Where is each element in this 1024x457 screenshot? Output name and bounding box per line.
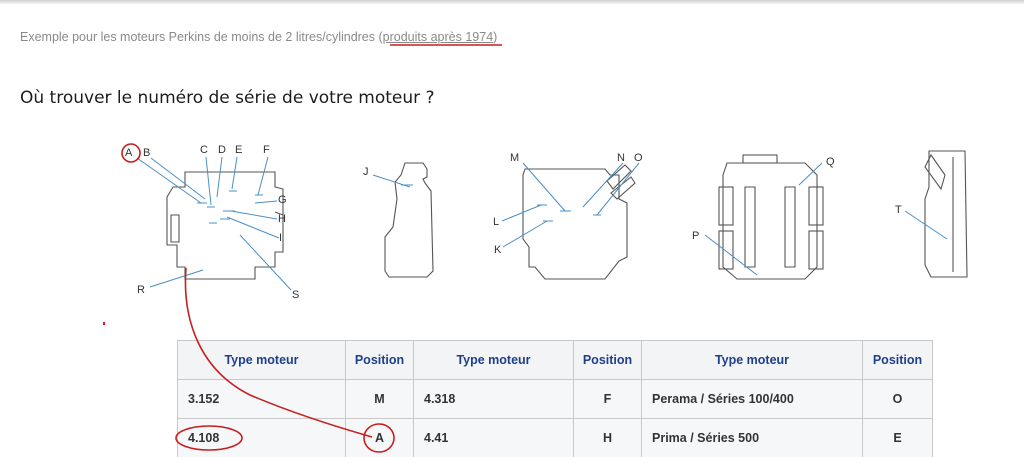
table-cell: Prima / Séries 500	[641, 418, 863, 457]
engine-position-table: Type moteur Position Type moteur Positio…	[177, 340, 933, 457]
table-cell: E	[862, 418, 933, 457]
table-cell: 3.152	[177, 379, 346, 419]
diagram-label: O	[634, 152, 643, 164]
diagram-label: P	[692, 230, 699, 242]
diagram-label: C	[200, 144, 208, 156]
table-cell: 4.318	[413, 379, 574, 419]
col-header-engine-type-3: Type moteur	[641, 340, 863, 380]
engine-view-2: J	[363, 162, 434, 278]
diagram-label: H	[278, 213, 286, 225]
diagram-label: J	[363, 166, 369, 178]
diagram-label: M	[510, 152, 519, 164]
table-cell: O	[862, 379, 933, 419]
diagram-label: L	[493, 216, 499, 228]
table-header-row: Type moteur Position Type moteur Positio…	[177, 340, 933, 380]
diagram-label: B	[143, 147, 150, 159]
engine-view-5: T	[895, 150, 968, 278]
diagram-label: I	[279, 232, 282, 244]
diagram-label: D	[218, 144, 226, 156]
diagram-label: G	[278, 194, 287, 206]
diagram-label: K	[494, 244, 502, 256]
col-header-position-3: Position	[862, 340, 933, 380]
diagram-label: F	[263, 144, 270, 156]
diagram-label: N	[617, 152, 625, 164]
diagram-label: Q	[826, 156, 835, 168]
products-after-1974-link[interactable]: produits après 1974	[383, 30, 494, 44]
table-cell: M	[345, 379, 414, 419]
diagram-label: T	[895, 204, 902, 216]
top-shadow-bar	[0, 0, 1024, 4]
col-header-position-2: Position	[573, 340, 642, 380]
diagram-label: S	[292, 289, 299, 301]
engine-view-3: M N O L K	[493, 152, 643, 280]
table-cell: Perama / Séries 100/400	[641, 379, 863, 419]
table-cell: H	[573, 418, 642, 457]
engine-serial-location-diagram: A B C D E F G H I R S J M N O L K Q P T	[105, 127, 1002, 315]
table-cell: 4.108	[177, 418, 346, 457]
table-cell: 4.41	[413, 418, 574, 457]
col-header-engine-type-1: Type moteur	[177, 340, 346, 380]
diagram-label: A	[125, 147, 133, 159]
col-header-engine-type-2: Type moteur	[413, 340, 574, 380]
table-cell: F	[573, 379, 642, 419]
table-row: 4.108 A 4.41 H Prima / Séries 500 E	[177, 418, 933, 457]
table-cell: A	[345, 418, 414, 457]
engine-view-1-leaders	[136, 156, 292, 291]
diagram-label: R	[137, 284, 145, 296]
col-header-position-1: Position	[345, 340, 414, 380]
table-row: 3.152 M 4.318 F Perama / Séries 100/400 …	[177, 379, 933, 419]
intro-text: Exemple pour les moteurs Perkins de moin…	[20, 30, 498, 44]
diagram-label: E	[235, 144, 242, 156]
engine-view-4: Q P	[692, 154, 835, 280]
page-heading: Où trouver le numéro de série de votre m…	[20, 88, 435, 108]
